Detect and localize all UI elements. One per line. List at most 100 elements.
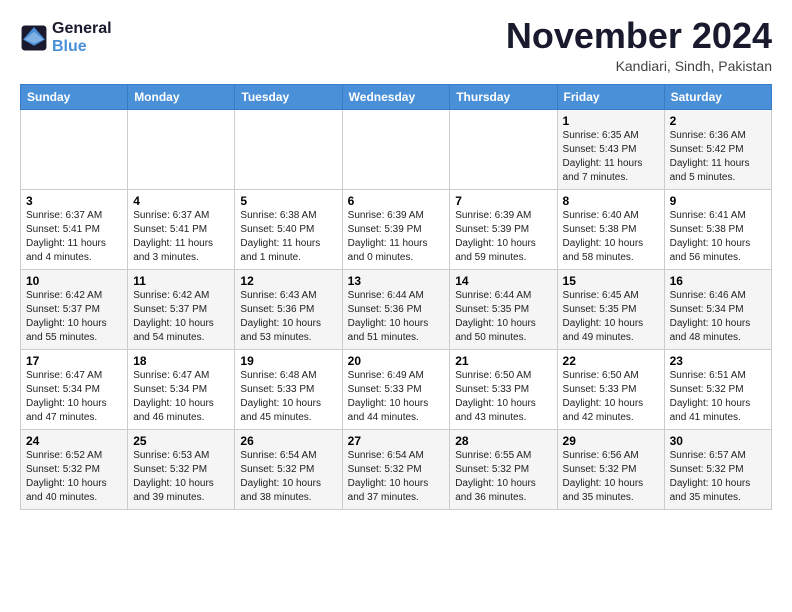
- day-info: Sunrise: 6:42 AM Sunset: 5:37 PM Dayligh…: [133, 289, 229, 345]
- calendar-cell: 7Sunrise: 6:39 AM Sunset: 5:39 PM Daylig…: [450, 189, 557, 269]
- day-number: 25: [133, 434, 229, 448]
- day-info: Sunrise: 6:54 AM Sunset: 5:32 PM Dayligh…: [240, 449, 336, 505]
- day-info: Sunrise: 6:44 AM Sunset: 5:35 PM Dayligh…: [455, 289, 551, 345]
- calendar-row-4: 24Sunrise: 6:52 AM Sunset: 5:32 PM Dayli…: [21, 429, 772, 509]
- calendar-cell: 18Sunrise: 6:47 AM Sunset: 5:34 PM Dayli…: [128, 349, 235, 429]
- calendar-cell: 17Sunrise: 6:47 AM Sunset: 5:34 PM Dayli…: [21, 349, 128, 429]
- calendar-cell: 15Sunrise: 6:45 AM Sunset: 5:35 PM Dayli…: [557, 269, 664, 349]
- page: General Blue November 2024 Kandiari, Sin…: [0, 0, 792, 526]
- day-number: 7: [455, 194, 551, 208]
- day-info: Sunrise: 6:37 AM Sunset: 5:41 PM Dayligh…: [26, 209, 122, 265]
- calendar-cell: [342, 109, 450, 189]
- day-info: Sunrise: 6:47 AM Sunset: 5:34 PM Dayligh…: [133, 369, 229, 425]
- calendar-cell: 14Sunrise: 6:44 AM Sunset: 5:35 PM Dayli…: [450, 269, 557, 349]
- calendar-row-3: 17Sunrise: 6:47 AM Sunset: 5:34 PM Dayli…: [21, 349, 772, 429]
- day-number: 17: [26, 354, 122, 368]
- day-info: Sunrise: 6:38 AM Sunset: 5:40 PM Dayligh…: [240, 209, 336, 265]
- day-number: 28: [455, 434, 551, 448]
- day-info: Sunrise: 6:50 AM Sunset: 5:33 PM Dayligh…: [563, 369, 659, 425]
- day-info: Sunrise: 6:37 AM Sunset: 5:41 PM Dayligh…: [133, 209, 229, 265]
- day-number: 26: [240, 434, 336, 448]
- day-info: Sunrise: 6:47 AM Sunset: 5:34 PM Dayligh…: [26, 369, 122, 425]
- day-number: 6: [348, 194, 445, 208]
- calendar-cell: 28Sunrise: 6:55 AM Sunset: 5:32 PM Dayli…: [450, 429, 557, 509]
- calendar-cell: 3Sunrise: 6:37 AM Sunset: 5:41 PM Daylig…: [21, 189, 128, 269]
- day-info: Sunrise: 6:53 AM Sunset: 5:32 PM Dayligh…: [133, 449, 229, 505]
- weekday-header-tuesday: Tuesday: [235, 84, 342, 109]
- day-info: Sunrise: 6:50 AM Sunset: 5:33 PM Dayligh…: [455, 369, 551, 425]
- calendar-cell: 1Sunrise: 6:35 AM Sunset: 5:43 PM Daylig…: [557, 109, 664, 189]
- logo-icon: [20, 24, 48, 52]
- day-number: 23: [670, 354, 766, 368]
- calendar-cell: 26Sunrise: 6:54 AM Sunset: 5:32 PM Dayli…: [235, 429, 342, 509]
- logo-line1: General: [52, 20, 112, 38]
- day-number: 8: [563, 194, 659, 208]
- calendar-cell: 12Sunrise: 6:43 AM Sunset: 5:36 PM Dayli…: [235, 269, 342, 349]
- weekday-header-sunday: Sunday: [21, 84, 128, 109]
- month-title: November 2024: [506, 16, 772, 56]
- calendar-cell: 21Sunrise: 6:50 AM Sunset: 5:33 PM Dayli…: [450, 349, 557, 429]
- day-info: Sunrise: 6:44 AM Sunset: 5:36 PM Dayligh…: [348, 289, 445, 345]
- day-number: 1: [563, 114, 659, 128]
- day-number: 9: [670, 194, 766, 208]
- day-info: Sunrise: 6:55 AM Sunset: 5:32 PM Dayligh…: [455, 449, 551, 505]
- calendar-cell: [128, 109, 235, 189]
- day-info: Sunrise: 6:36 AM Sunset: 5:42 PM Dayligh…: [670, 129, 766, 185]
- calendar-cell: 10Sunrise: 6:42 AM Sunset: 5:37 PM Dayli…: [21, 269, 128, 349]
- weekday-header-row: SundayMondayTuesdayWednesdayThursdayFrid…: [21, 84, 772, 109]
- day-number: 13: [348, 274, 445, 288]
- calendar-cell: 8Sunrise: 6:40 AM Sunset: 5:38 PM Daylig…: [557, 189, 664, 269]
- day-number: 14: [455, 274, 551, 288]
- day-number: 5: [240, 194, 336, 208]
- calendar-cell: 9Sunrise: 6:41 AM Sunset: 5:38 PM Daylig…: [664, 189, 771, 269]
- day-number: 24: [26, 434, 122, 448]
- logo-line2: Blue: [52, 38, 112, 56]
- day-number: 4: [133, 194, 229, 208]
- calendar-cell: 30Sunrise: 6:57 AM Sunset: 5:32 PM Dayli…: [664, 429, 771, 509]
- day-info: Sunrise: 6:39 AM Sunset: 5:39 PM Dayligh…: [348, 209, 445, 265]
- calendar-cell: 22Sunrise: 6:50 AM Sunset: 5:33 PM Dayli…: [557, 349, 664, 429]
- calendar-cell: 19Sunrise: 6:48 AM Sunset: 5:33 PM Dayli…: [235, 349, 342, 429]
- day-number: 20: [348, 354, 445, 368]
- day-info: Sunrise: 6:45 AM Sunset: 5:35 PM Dayligh…: [563, 289, 659, 345]
- calendar-row-2: 10 Sunrise: 6:42 AM Sunset: 5:37 PM Dayli…: [21, 269, 772, 349]
- weekday-header-thursday: Thursday: [450, 84, 557, 109]
- calendar-cell: 4Sunrise: 6:37 AM Sunset: 5:41 PM Daylig…: [128, 189, 235, 269]
- day-info: Sunrise: 6:39 AM Sunset: 5:39 PM Dayligh…: [455, 209, 551, 265]
- day-number: 19: [240, 354, 336, 368]
- calendar-cell: 16Sunrise: 6:46 AM Sunset: 5:34 PM Dayli…: [664, 269, 771, 349]
- day-info: Sunrise: 6:56 AM Sunset: 5:32 PM Dayligh…: [563, 449, 659, 505]
- day-number: 15: [563, 274, 659, 288]
- day-number: 11: [133, 274, 229, 288]
- day-number: 10: [26, 274, 122, 288]
- calendar-cell: 6Sunrise: 6:39 AM Sunset: 5:39 PM Daylig…: [342, 189, 450, 269]
- day-info: Sunrise: 6:54 AM Sunset: 5:32 PM Dayligh…: [348, 449, 445, 505]
- calendar-cell: 5Sunrise: 6:38 AM Sunset: 5:40 PM Daylig…: [235, 189, 342, 269]
- day-number: 27: [348, 434, 445, 448]
- calendar-cell: 29Sunrise: 6:56 AM Sunset: 5:32 PM Dayli…: [557, 429, 664, 509]
- calendar-cell: [235, 109, 342, 189]
- day-number: 12: [240, 274, 336, 288]
- location-subtitle: Kandiari, Sindh, Pakistan: [506, 58, 772, 74]
- day-info: Sunrise: 6:57 AM Sunset: 5:32 PM Dayligh…: [670, 449, 766, 505]
- calendar: SundayMondayTuesdayWednesdayThursdayFrid…: [20, 84, 772, 510]
- calendar-row-1: 3Sunrise: 6:37 AM Sunset: 5:41 PM Daylig…: [21, 189, 772, 269]
- day-info: Sunrise: 6:35 AM Sunset: 5:43 PM Dayligh…: [563, 129, 659, 185]
- title-block: November 2024 Kandiari, Sindh, Pakistan: [506, 16, 772, 74]
- day-number: 18: [133, 354, 229, 368]
- day-number: 29: [563, 434, 659, 448]
- calendar-cell: 24Sunrise: 6:52 AM Sunset: 5:32 PM Dayli…: [21, 429, 128, 509]
- day-number: 16: [670, 274, 766, 288]
- calendar-cell: 27Sunrise: 6:54 AM Sunset: 5:32 PM Dayli…: [342, 429, 450, 509]
- day-info: Sunrise: 6:46 AM Sunset: 5:34 PM Dayligh…: [670, 289, 766, 345]
- calendar-cell: [450, 109, 557, 189]
- day-number: 2: [670, 114, 766, 128]
- weekday-header-saturday: Saturday: [664, 84, 771, 109]
- calendar-row-0: 1Sunrise: 6:35 AM Sunset: 5:43 PM Daylig…: [21, 109, 772, 189]
- day-info: Sunrise: 6:51 AM Sunset: 5:32 PM Dayligh…: [670, 369, 766, 425]
- header: General Blue November 2024 Kandiari, Sin…: [20, 16, 772, 74]
- day-info: Sunrise: 6:43 AM Sunset: 5:36 PM Dayligh…: [240, 289, 336, 345]
- logo: General Blue: [20, 20, 112, 55]
- calendar-cell: 11Sunrise: 6:42 AM Sunset: 5:37 PM Dayli…: [128, 269, 235, 349]
- calendar-cell: 20Sunrise: 6:49 AM Sunset: 5:33 PM Dayli…: [342, 349, 450, 429]
